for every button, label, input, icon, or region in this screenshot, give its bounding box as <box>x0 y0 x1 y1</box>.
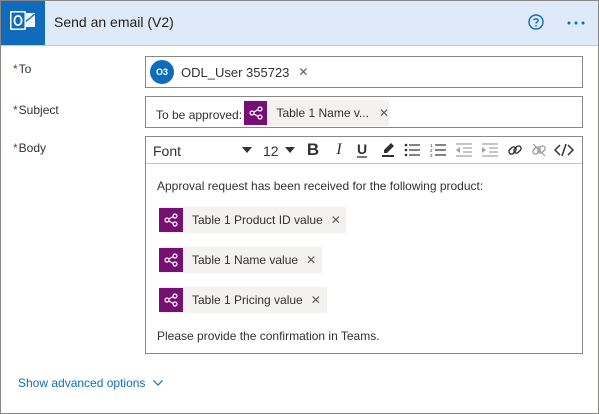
font-size-select[interactable]: 12 <box>263 140 299 160</box>
avatar: O3 <box>150 60 174 84</box>
underline-icon[interactable]: U <box>354 141 370 159</box>
to-label-text: To <box>18 62 32 76</box>
italic-icon[interactable]: I <box>332 141 346 159</box>
help-circle-icon[interactable] <box>528 14 544 30</box>
rich-text-toolbar: Font 12 B I U 123 <box>146 137 582 164</box>
increase-indent-icon[interactable] <box>481 141 499 159</box>
show-advanced-options-link[interactable]: Show advanced options <box>18 376 164 390</box>
font-size-value: 12 <box>263 143 279 159</box>
more-ellipsis-icon[interactable] <box>566 14 586 30</box>
body-dynamic-token[interactable]: Table 1 Product ID value ✕ <box>159 207 346 233</box>
remove-recipient-icon[interactable]: ✕ <box>298 66 308 78</box>
remove-token-icon[interactable]: ✕ <box>379 107 389 119</box>
token-label: Table 1 Product ID value <box>192 213 323 227</box>
dynamic-content-icon <box>244 101 268 125</box>
link-icon[interactable] <box>506 141 524 159</box>
remove-token-icon[interactable]: ✕ <box>331 214 341 226</box>
card-header[interactable]: Send an email (V2) <box>1 1 598 46</box>
body-closing-text: Please provide the confirmation in Teams… <box>157 329 380 343</box>
decrease-indent-icon[interactable] <box>455 141 473 159</box>
advanced-options-label: Show advanced options <box>18 376 146 390</box>
body-dynamic-token[interactable]: Table 1 Pricing value ✕ <box>159 287 327 313</box>
token-label: Table 1 Pricing value <box>192 293 303 307</box>
action-title: Send an email (V2) <box>54 14 174 30</box>
dynamic-content-icon <box>159 208 183 232</box>
token-label: Table 1 Name value <box>192 253 299 267</box>
subject-prefix-text: To be approved: <box>156 108 243 122</box>
remove-token-icon[interactable]: ✕ <box>306 254 316 266</box>
font-select-value: Font <box>153 143 182 159</box>
token-label: Table 1 Name v... <box>276 106 369 120</box>
unlink-icon[interactable] <box>530 141 548 159</box>
required-marker: * <box>13 141 18 155</box>
recipient-persona[interactable]: O3 ODL_User 355723 ✕ <box>150 60 308 84</box>
font-select[interactable]: Font <box>153 140 255 160</box>
numbered-list-icon[interactable]: 123 <box>429 141 447 159</box>
email-action-card: Send an email (V2) *To O3 ODL_User 35572… <box>0 0 599 414</box>
dynamic-content-icon <box>159 288 183 312</box>
to-field[interactable]: O3 ODL_User 355723 ✕ <box>145 56 583 88</box>
body-editor[interactable]: Font 12 B I U 123 Approval request has b… <box>145 136 583 354</box>
svg-text:3: 3 <box>430 153 433 157</box>
recipient-name: ODL_User 355723 <box>181 64 290 80</box>
subject-field[interactable]: To be approved: Table 1 Name v... ✕ <box>145 96 583 128</box>
outlook-icon <box>1 1 45 45</box>
highlight-pen-icon[interactable] <box>380 141 396 159</box>
body-label-text: Body <box>18 141 47 155</box>
subject-label: *Subject <box>13 103 59 117</box>
body-dynamic-token[interactable]: Table 1 Name value ✕ <box>159 247 322 273</box>
body-intro-text: Approval request has been received for t… <box>157 179 484 193</box>
chevron-down-icon <box>153 380 164 386</box>
body-label: *Body <box>13 141 46 155</box>
remove-token-icon[interactable]: ✕ <box>311 294 321 306</box>
subject-dynamic-token[interactable]: Table 1 Name v... ✕ <box>244 100 389 126</box>
required-marker: * <box>13 62 18 76</box>
code-view-icon[interactable] <box>554 141 574 159</box>
bold-icon[interactable]: B <box>305 140 321 159</box>
subject-label-text: Subject <box>18 103 59 117</box>
dynamic-content-icon <box>159 248 183 272</box>
chevron-down-icon <box>285 147 295 153</box>
to-label: *To <box>13 62 31 76</box>
bulleted-list-icon[interactable] <box>403 141 421 159</box>
chevron-down-icon <box>242 147 252 153</box>
required-marker: * <box>13 103 18 117</box>
svg-text:U: U <box>357 142 367 157</box>
